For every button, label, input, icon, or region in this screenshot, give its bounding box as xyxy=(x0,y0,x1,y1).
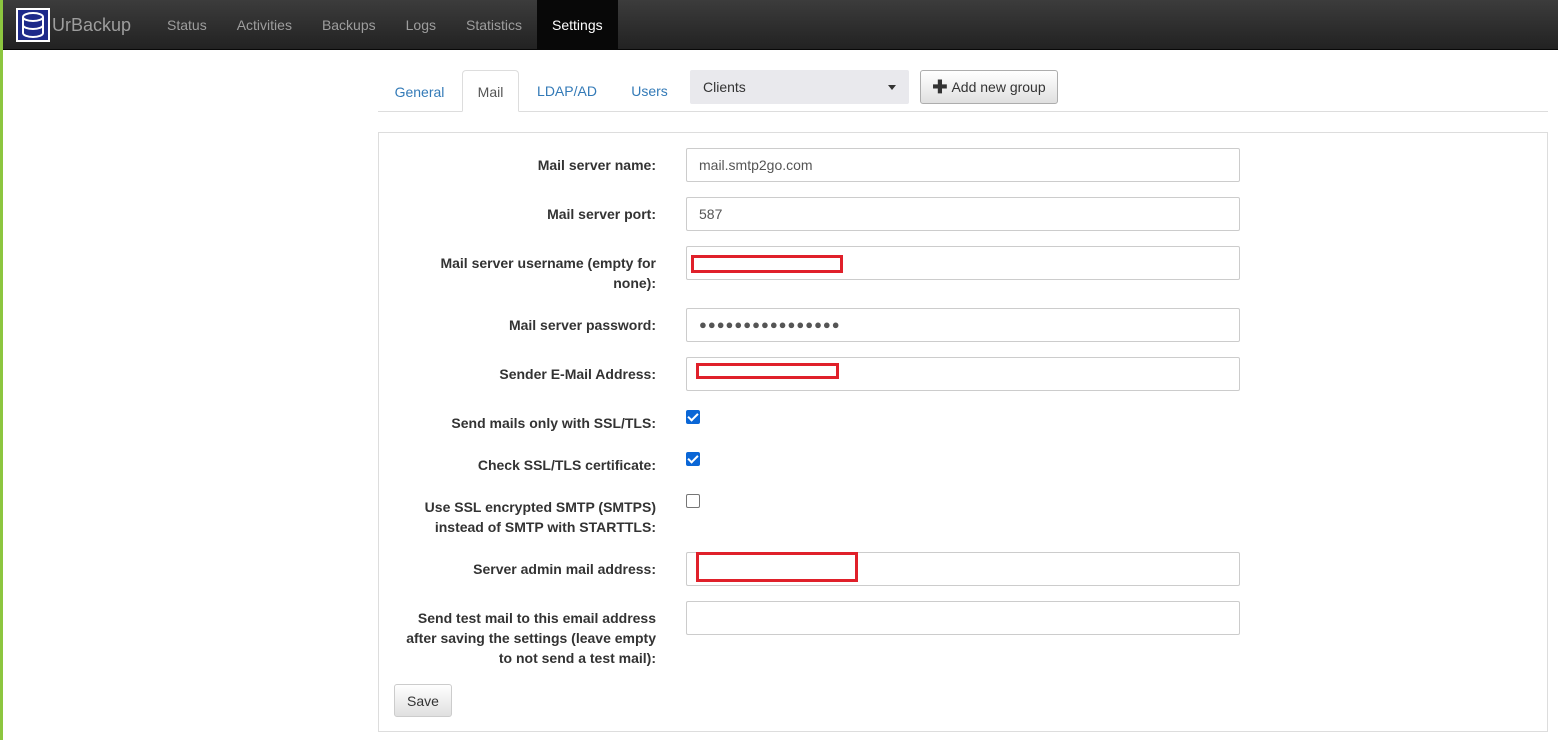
brand[interactable]: UrBackup xyxy=(16,6,131,44)
smtps-checkbox[interactable] xyxy=(686,494,700,508)
brand-name: UrBackup xyxy=(52,14,132,35)
save-button[interactable]: Save xyxy=(394,684,452,717)
nav-item-statistics[interactable]: Statistics xyxy=(451,0,537,50)
mail-server-username-label-line1: Mail server username (empty for xyxy=(440,255,656,271)
mail-server-username-label: Mail server username (empty for none): xyxy=(386,253,656,293)
mail-server-port-input[interactable]: 587 xyxy=(686,197,1240,231)
add-new-group-button[interactable]: ✚ Add new group xyxy=(920,70,1058,104)
ssl-only-label: Send mails only with SSL/TLS: xyxy=(451,415,656,431)
mail-server-name-input[interactable]: mail.smtp2go.com xyxy=(686,148,1240,182)
nav-item-logs[interactable]: Logs xyxy=(391,0,451,50)
ssl-only-checkbox[interactable] xyxy=(686,410,700,424)
test-mail-input[interactable] xyxy=(686,601,1240,635)
mail-server-name-label: Mail server name: xyxy=(537,157,656,173)
plus-icon: ✚ xyxy=(932,77,948,97)
check-icon xyxy=(687,452,699,464)
test-mail-label-line3: to not send a test mail): xyxy=(498,650,656,666)
database-icon xyxy=(16,8,50,42)
page: UrBackup Status Activities Backups Logs … xyxy=(0,0,1558,740)
check-cert-checkbox[interactable] xyxy=(686,452,700,466)
smtps-label: Use SSL encrypted SMTP (SMTPS) instead o… xyxy=(386,497,656,537)
group-select-value: Clients xyxy=(703,79,746,95)
mail-server-password-input[interactable]: ●●●●●●●●●●●●●●●● xyxy=(686,308,1240,342)
check-cert-label: Check SSL/TLS certificate: xyxy=(477,457,656,473)
admin-mail-label: Server admin mail address: xyxy=(473,561,656,577)
settings-tabs: General Mail LDAP/AD Users Clients ✚ Add… xyxy=(378,70,1548,112)
tab-general[interactable]: General xyxy=(378,70,461,112)
chevron-down-icon xyxy=(888,85,896,90)
group-select[interactable]: Clients xyxy=(690,70,909,104)
test-mail-label: Send test mail to this email address aft… xyxy=(386,608,656,668)
tab-mail[interactable]: Mail xyxy=(462,70,519,112)
nav-item-activities[interactable]: Activities xyxy=(222,0,307,50)
redaction-box xyxy=(691,255,843,273)
nav-item-settings[interactable]: Settings xyxy=(537,0,618,50)
test-mail-label-line1: Send test mail to this email address xyxy=(417,610,656,626)
test-mail-label-line2: after saving the settings (leave empty xyxy=(406,630,656,646)
redaction-box xyxy=(696,552,858,582)
nav-item-backups[interactable]: Backups xyxy=(307,0,391,50)
mail-server-port-label: Mail server port: xyxy=(547,206,656,222)
check-icon xyxy=(687,410,699,422)
smtps-label-line2: instead of SMTP with STARTTLS: xyxy=(434,519,656,535)
mail-server-username-label-line2: none): xyxy=(613,275,656,291)
nav-item-status[interactable]: Status xyxy=(152,0,222,50)
add-new-group-label: Add new group xyxy=(951,79,1046,95)
nav-menu: Status Activities Backups Logs Statistic… xyxy=(152,0,618,50)
tab-ldap-ad[interactable]: LDAP/AD xyxy=(525,70,609,112)
sender-email-label: Sender E-Mail Address: xyxy=(499,366,656,382)
top-navbar: UrBackup Status Activities Backups Logs … xyxy=(3,0,1558,50)
smtps-label-line1: Use SSL encrypted SMTP (SMTPS) xyxy=(424,499,656,515)
mail-server-password-label: Mail server password: xyxy=(508,317,656,333)
redaction-box xyxy=(696,363,839,379)
tab-users[interactable]: Users xyxy=(618,70,681,112)
